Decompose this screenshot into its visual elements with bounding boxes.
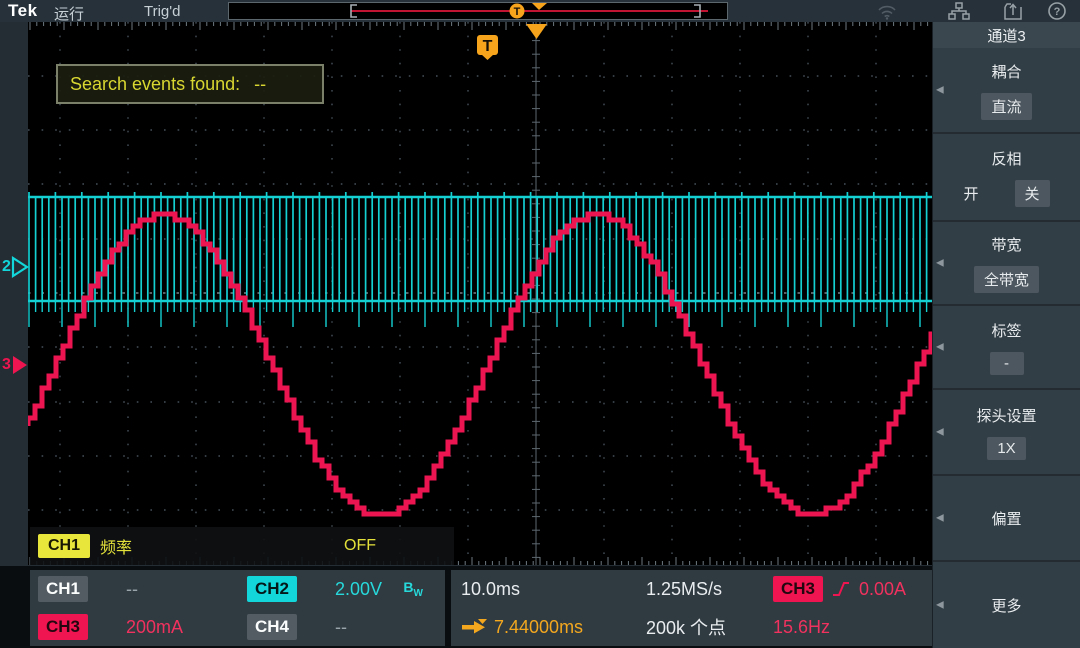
record-length: 200k 个点 (646, 614, 773, 640)
measurement-name: 频率 (100, 534, 132, 558)
invert-label: 反相 (991, 148, 1021, 169)
svg-text:T: T (514, 6, 521, 18)
probe-setup-label: 探头设置 (976, 405, 1036, 426)
chevron-left-icon[interactable]: ◀ (936, 600, 944, 611)
menu-section-label[interactable]: ◀ 标签 - (933, 304, 1080, 388)
invert-on-option[interactable]: 开 (963, 183, 978, 204)
delay-arrow-icon (461, 619, 488, 635)
trigger-readout: CH3 0.00A (773, 576, 932, 602)
ch3-marker-label: 3 (2, 356, 11, 374)
ch2-scale: 2.00V (335, 579, 382, 600)
search-events-banner: Search events found: -- (56, 64, 324, 104)
more-label: 更多 (991, 595, 1021, 616)
label-label: 标签 (991, 320, 1021, 341)
bandwidth-limit-icon: BW (403, 579, 423, 599)
menu-section-offset[interactable]: ◀ 偏置 (933, 474, 1080, 560)
sample-rate: 1.25MS/s (646, 579, 773, 600)
record-view-graphic: T (229, 3, 727, 19)
search-events-label: Search events found: (70, 74, 240, 95)
menu-section-more[interactable]: ◀ 更多 (933, 560, 1080, 648)
label-value-button[interactable]: - (990, 352, 1024, 375)
trigger-status: Trig'd (144, 3, 180, 20)
measurement-channel-badge: CH1 (38, 534, 90, 558)
menu-title: 通道3 (933, 22, 1080, 48)
ch2-badge: CH2 (247, 576, 297, 602)
chevron-left-icon[interactable]: ◀ (936, 427, 944, 438)
probe-setup-value-button[interactable]: 1X (987, 437, 1025, 460)
invert-off-option[interactable]: 关 (1015, 180, 1050, 207)
ch3-marker-triangle-icon (11, 354, 29, 376)
menu-section-probe-setup[interactable]: ◀ 探头设置 1X (933, 388, 1080, 474)
measurement-bar: CH1 频率 OFF (30, 527, 454, 565)
menu-section-coupling[interactable]: ◀ 耦合 直流 (933, 48, 1080, 132)
bandwidth-label: 带宽 (991, 234, 1021, 255)
network-icon[interactable] (948, 1, 970, 21)
ch1-scale: -- (126, 579, 138, 600)
horizontal-trigger-readouts: 10.0ms 1.25MS/s CH3 0.00A 7.44000ms 200k… (451, 570, 932, 646)
ch1-readout: CH1 -- (30, 576, 239, 602)
horizontal-delay: 7.44000ms (494, 617, 583, 638)
chevron-left-icon[interactable]: ◀ (936, 342, 944, 353)
file-export-icon[interactable] (1002, 1, 1024, 21)
coupling-value-button[interactable]: 直流 (981, 93, 1031, 120)
ch1-badge: CH1 (38, 576, 88, 602)
measurement-value: OFF (344, 537, 376, 555)
ch2-marker-label: 2 (2, 258, 11, 276)
help-icon[interactable]: ? (1046, 1, 1068, 21)
side-menu-channel3: 通道3 ◀ 耦合 直流 反相 开 关 ◀ 带宽 全带宽 ◀ 标签 - ◀ 探头设… (932, 22, 1080, 648)
menu-section-invert[interactable]: 反相 开 关 (933, 132, 1080, 220)
chevron-left-icon[interactable]: ◀ (936, 513, 944, 524)
ch4-badge: CH4 (247, 614, 297, 640)
chevron-left-icon[interactable]: ◀ (936, 85, 944, 96)
rising-edge-icon (831, 580, 851, 598)
ch4-scale: -- (335, 617, 347, 638)
delay-readout: 7.44000ms (461, 617, 646, 638)
acquisition-status: 运行 (54, 3, 84, 24)
trigger-frequency: 15.6Hz (773, 617, 932, 638)
search-events-value: -- (254, 74, 266, 95)
ch3-scale: 200mA (126, 617, 183, 638)
record-view-bar[interactable]: T (228, 2, 728, 20)
ch3-badge: CH3 (38, 614, 88, 640)
bandwidth-value-button[interactable]: 全带宽 (974, 266, 1039, 293)
ch4-readout: CH4 -- (239, 614, 445, 640)
channel-readouts: CH1 -- CH2 2.00V BW CH3 200mA CH4 -- (30, 570, 445, 646)
ch2-ground-marker[interactable]: 2 (2, 256, 29, 278)
coupling-label: 耦合 (991, 61, 1021, 82)
oscilloscope-screen: Tek 运行 Trig'd T ? T (0, 0, 1080, 648)
ch2-readout: CH2 2.00V BW (239, 576, 445, 602)
ch3-readout: CH3 200mA (30, 614, 239, 640)
svg-text:T: T (483, 38, 493, 55)
waveform-display: T Search events found: -- CH1 频率 OFF (28, 22, 932, 565)
ch3-ground-marker[interactable]: 3 (2, 354, 29, 376)
top-bar: Tek 运行 Trig'd T ? (0, 0, 1080, 22)
ch2-marker-triangle-icon (11, 256, 29, 278)
menu-section-bandwidth[interactable]: ◀ 带宽 全带宽 (933, 220, 1080, 304)
svg-text:?: ? (1054, 6, 1061, 18)
offset-label: 偏置 (991, 508, 1021, 529)
trigger-source-badge: CH3 (773, 576, 823, 602)
horizontal-scale: 10.0ms (461, 579, 646, 600)
status-bar: CH1 -- CH2 2.00V BW CH3 200mA CH4 -- 10.… (0, 566, 932, 648)
chevron-left-icon[interactable]: ◀ (936, 258, 944, 269)
tek-logo: Tek (8, 1, 38, 21)
wifi-icon (876, 1, 898, 21)
trigger-level: 0.00A (859, 579, 906, 600)
